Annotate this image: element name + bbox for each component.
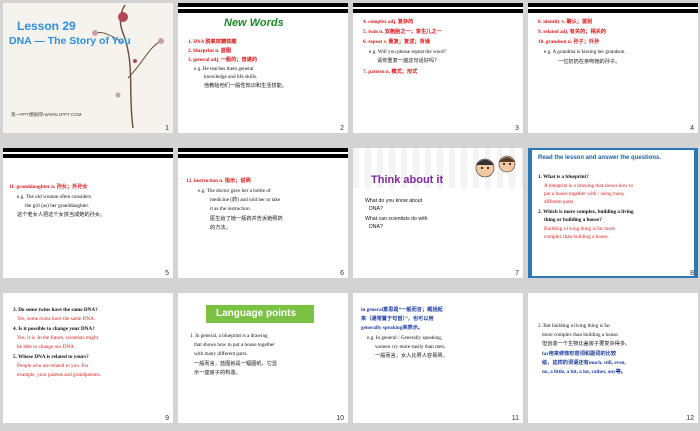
slide-line: 一般而言，蓝图就是一幅图纸，它显 [194, 361, 278, 367]
slide-line: 3. general adj. 一般的；普通的 [188, 57, 258, 63]
slide-line: 2. blueprint n. 蓝图 [188, 48, 232, 54]
slide-line: e.g. In general / Generally speaking, [367, 335, 443, 341]
slide-line: 级，这样的词语还有much, still, even, [542, 360, 626, 366]
slide-line: 12. instruction n. 指示；说明 [186, 178, 251, 184]
slide-line: e.g. He teaches them general [194, 66, 254, 72]
slide-line: more complex than building a house. [542, 332, 619, 338]
slide-line: 9. related adj. 有关的；相关的 [538, 29, 607, 35]
slide-line: e.g. A grandma is kissing her grandson. [544, 49, 626, 55]
slide-thumbnail-8[interactable]: Read the lesson and answer the questions… [528, 148, 698, 278]
slide-number: 3 [515, 125, 519, 132]
slide-number: 12 [686, 415, 694, 422]
slide-line: 1. DNA 脱氧核糖核酸 [188, 39, 237, 45]
slide-line: 3. Do some twins have the same DNA? [13, 307, 98, 313]
slide-line: complex than building a house. [544, 234, 609, 240]
slide-thumbnail-6[interactable]: 12. instruction n. 指示；说明 e.g. The doctor… [178, 148, 348, 278]
slide-line: 1. In general, a blueprint is a drawing [190, 333, 268, 339]
slide-number: 5 [165, 270, 169, 277]
slide-line: in general意思是“一般而言；概括起 [361, 307, 443, 313]
slide-number: 2 [340, 125, 344, 132]
slide-line: 5. twin n. 双胞胎之一；孪生儿之一 [363, 29, 442, 35]
slide-line: Yes, it is. In the future, scientists mi… [17, 335, 99, 341]
slide-thumbnail-1[interactable]: Lesson 29 DNA — The Story of You 第一PPT模板… [3, 3, 173, 133]
slide-thumbnail-2[interactable]: New Words 1. DNA 脱氧核糖核酸 2. blueprint n. … [178, 3, 348, 133]
slide-number: 6 [340, 270, 344, 277]
slide-line: put a house together with / using many [544, 191, 625, 197]
slide-line: 一位奶奶在亲吻她的孙子。 [558, 59, 621, 65]
slide-number: 10 [336, 415, 344, 422]
slide-line: thing or building a house? [544, 217, 602, 223]
slide-line: DNA? [369, 224, 383, 230]
slide-number: 11 [511, 415, 519, 422]
slide-thumbnail-10[interactable]: Language points 1. In general, a bluepri… [178, 293, 348, 423]
slide-thumbnail-3[interactable]: 4. complex adj. 复杂的 5. twin n. 双胞胎之一；孪生儿… [353, 3, 523, 133]
slide-line: 10. grandson n. 孙子；外孙 [538, 39, 600, 45]
slide-thumbnail-7[interactable]: Think about it What do you know about DN… [353, 148, 523, 278]
slide-line: DNA? [369, 206, 383, 212]
slide-line: 4. Is it possible to change your DNA? [13, 326, 95, 332]
slide-thumbnail-4[interactable]: 8. identify v. 确认；鉴别 9. related adj. 有关的… [528, 3, 698, 133]
slide-title: Language points [216, 308, 296, 319]
slide-line: different parts. [544, 199, 575, 205]
slide-line: 1. What is a blueprint? [538, 174, 589, 180]
slide-line: the girl (as) her granddaughter. [25, 203, 90, 209]
slide-line: with many different parts. [194, 351, 248, 357]
slide-line: A blueprint is a drawing that shows how … [544, 183, 634, 189]
slide-line: Yes, some twins have the same DNA. [17, 316, 96, 322]
slide-line: 7. pattern n. 模式；形式 [363, 69, 418, 75]
slide-line: 6. repeat v. 重复；复述；背诵 [363, 39, 430, 45]
slide-line: 2. But building a living thing is far [538, 323, 611, 329]
slide-line: 5. Whose DNA is related to yours? [13, 354, 89, 360]
slide-line: What do you know about [365, 198, 423, 204]
slide-line: People who are related to you. For [17, 363, 89, 369]
slide-line: be able to change our DNA. [17, 344, 76, 350]
slide-number: 7 [515, 270, 519, 277]
slide-line: What can scientists do with [365, 216, 428, 222]
slide-line: far用来修饰形容词和副词的比较 [542, 351, 617, 357]
slide-number: 1 [165, 125, 169, 132]
slide-line: 2. Which is more complex, building a liv… [538, 209, 634, 215]
slide-line: that shows how to put a house together [194, 342, 275, 348]
slide-line: 请你重复一遍这句话好吗？ [377, 58, 440, 64]
branch-illustration [92, 4, 164, 129]
lesson-subtitle: DNA — The Story of You [9, 35, 131, 47]
slide-line: 的方法。 [210, 225, 231, 231]
slide-line: 这个老女人把这个女孩当成她的孙女。 [17, 212, 106, 218]
slide-line: e.g. The old woman often considers [17, 194, 92, 200]
slide-line: 来（通常置于句首）”，也可以用 [361, 316, 434, 322]
slide-line: 4. complex adj. 复杂的 [363, 19, 414, 25]
slide-line: generally speaking来表示。 [361, 325, 424, 331]
lesson-title: Lesson 29 [17, 19, 76, 33]
slide-line: women cry more easily than men. [375, 344, 446, 350]
slide-line: example, your parents and grandparents. [17, 372, 102, 378]
slide-line: it as the instruction. [210, 206, 251, 212]
slide-line: Building a living thing is far more [544, 226, 615, 232]
slide-line: medicine (药) and told her to take [210, 197, 281, 203]
slide-title: Think about it [371, 174, 444, 186]
slide-number: 9 [165, 415, 169, 422]
slide-line: knowledge and life skills. [204, 74, 258, 80]
slide-number: 8 [690, 270, 694, 277]
slide-thumbnail-5[interactable]: 11. granddaughter n. 孙女；外孙女 e.g. The old… [3, 148, 173, 278]
slide-line: e.g. Will you please repeat the word? [369, 49, 446, 55]
slide-line: 但创造一个生物比盖房子要复杂得多。 [542, 341, 631, 347]
slide-thumbnail-9[interactable]: 3. Do some twins have the same DNA? Yes,… [3, 293, 173, 423]
slide-thumbnail-11[interactable]: in general意思是“一般而言；概括起 来（通常置于句首）”，也可以用 g… [353, 293, 523, 423]
slide-line: 他教给他们一般性知识和生活技能。 [204, 83, 288, 89]
slide-line: no, a little, a bit, a lot, rather, any等… [542, 369, 627, 375]
slide-line: 8. identify v. 确认；鉴别 [538, 19, 593, 25]
slide-line: 示一座房子的构造。 [194, 370, 241, 376]
cartoon-kids-icon [475, 155, 516, 178]
slide-title: New Words [224, 17, 284, 29]
slide-line: 一般而言，女人比男人容易哭。 [375, 353, 448, 359]
slide-number: 4 [690, 125, 694, 132]
slide-line: 医生给了她一瓶药并告诉她照药 [210, 216, 283, 222]
slide-thumbnail-12[interactable]: 2. But building a living thing is far mo… [528, 293, 698, 423]
slide-line: e.g. The doctor gave her a bottle of [198, 188, 271, 194]
slide-line: 11. granddaughter n. 孙女；外孙女 [9, 184, 88, 190]
slide-title: Read the lesson and answer the questions… [538, 155, 662, 161]
slide-footer: 第一PPT模板网-WWW.1PPT.COM [11, 112, 82, 117]
